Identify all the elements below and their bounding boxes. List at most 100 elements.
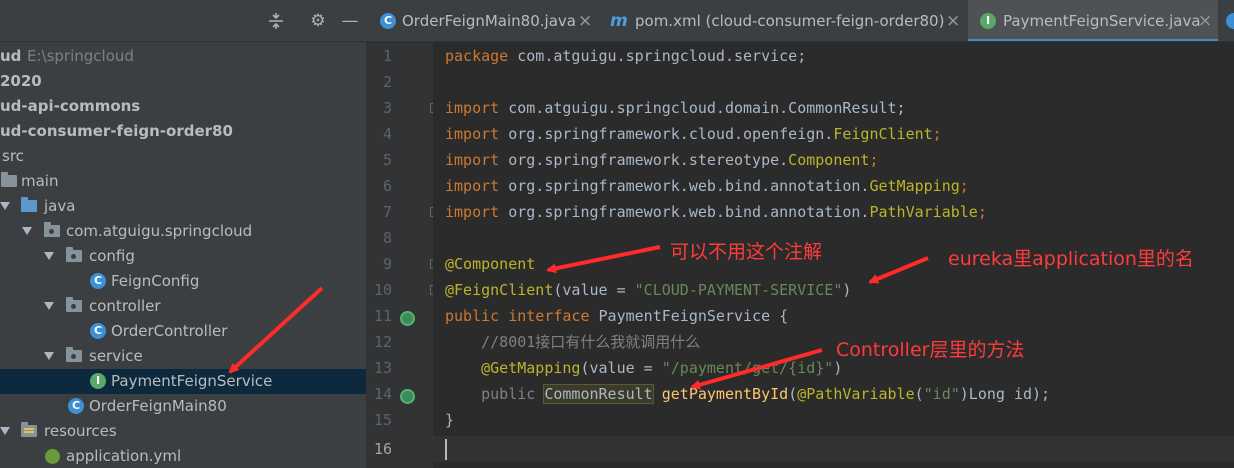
package-icon (66, 347, 82, 362)
line-number: 1 (382, 47, 392, 65)
tree-item-label: ud-api-commons (0, 97, 141, 115)
tree-item-ordercontroller[interactable]: C OrderController (0, 319, 366, 344)
line-number: 4 (382, 125, 392, 143)
tree-item-label: 2020 (0, 72, 42, 90)
close-icon[interactable]: × (946, 0, 960, 41)
tree-item-api-commons[interactable]: ud-api-commons (0, 94, 366, 119)
chevron-down-icon[interactable] (0, 202, 10, 210)
implemented-gutter-icon[interactable] (400, 389, 415, 404)
spring-yml-icon (45, 449, 60, 464)
tree-item-main[interactable]: main (0, 169, 366, 194)
tree-item-label: application.yml (66, 447, 182, 465)
folder-icon (1, 172, 17, 187)
line-number: 13 (373, 359, 392, 377)
spring-boot-class-icon: C (68, 398, 84, 414)
close-icon[interactable]: × (1198, 0, 1212, 41)
code-line-1: package com.atguigu.springcloud.service; (445, 47, 807, 65)
line-number: 9 (382, 255, 392, 273)
line-number: 7 (382, 203, 392, 221)
tree-root[interactable]: ud E:\springcloud (0, 44, 366, 69)
tree-root-label: ud (0, 47, 22, 65)
tree-item-application-yml[interactable]: application.yml (0, 444, 366, 468)
line-number: 8 (382, 229, 392, 247)
tab-overflow[interactable] (1222, 0, 1234, 41)
chevron-down-icon[interactable] (44, 252, 54, 260)
package-icon (66, 297, 82, 312)
source-folder-icon (21, 197, 37, 212)
code-line-7: import org.springframework.web.bind.anno… (445, 203, 987, 221)
tree-item-com-atguigu-springcloud[interactable]: com.atguigu.springcloud (0, 219, 366, 244)
tree-item-resources[interactable]: resources (0, 419, 366, 444)
class-icon: C (90, 323, 106, 339)
tree-item-src[interactable]: src (0, 144, 366, 169)
chevron-down-icon[interactable] (0, 427, 10, 435)
maven-icon: m (610, 11, 628, 31)
tab-label: pom.xml (cloud-consumer-feign-order80) (635, 12, 945, 30)
gear-icon[interactable]: ⚙ (308, 11, 328, 31)
tree-item-label: service (89, 347, 143, 365)
class-icon (1226, 13, 1234, 29)
tree-item-java[interactable]: java (0, 194, 366, 219)
package-icon (66, 247, 82, 262)
line-number: 12 (373, 333, 392, 351)
tree-item-orderfeignmain80[interactable]: C OrderFeignMain80 (0, 394, 366, 419)
close-icon[interactable]: × (578, 0, 592, 41)
code-line-11: public interface PaymentFeignService { (445, 307, 789, 325)
tree-item-controller[interactable]: controller (0, 294, 366, 319)
tree-item-label: src (2, 147, 24, 165)
tree-item-label: FeignConfig (111, 272, 200, 290)
collapse-all-icon[interactable] (266, 11, 286, 31)
code-line-4: import org.springframework.cloud.openfei… (445, 125, 942, 143)
tree-item-feignconfig[interactable]: C FeignConfig (0, 269, 366, 294)
code-line-12: //8001接口有什么我就调用什么 (481, 333, 701, 351)
annotation-note-feignclient: eureka里application里的名 (948, 248, 1194, 270)
tree-root-path: E:\springcloud (27, 47, 134, 65)
tree-item-label: main (21, 172, 59, 190)
resources-folder-icon (21, 422, 37, 437)
tab-orderfeignmain80[interactable]: C OrderFeignMain80.java × (366, 0, 600, 41)
tab-label: PaymentFeignService.java (1003, 12, 1201, 30)
code-line-5: import org.springframework.stereotype.Co… (445, 151, 879, 169)
code-line-13: @GetMapping(value = "/payment/get/{id}") (481, 359, 843, 377)
annotation-note-controller: Controller层里的方法 (836, 339, 1025, 361)
tree-item-label: controller (89, 297, 161, 315)
tree-item-label: resources (44, 422, 117, 440)
interface-icon: I (90, 373, 106, 389)
editor-tabs: C OrderFeignMain80.java × m pom.xml (clo… (366, 0, 1234, 42)
tree-item-consumer-feign-order80[interactable]: ud-consumer-feign-order80 (0, 119, 366, 144)
code-line-15: } (445, 411, 455, 429)
line-number: 5 (382, 151, 392, 169)
tab-label: OrderFeignMain80.java (402, 12, 576, 30)
tab-pom-xml[interactable]: m pom.xml (cloud-consumer-feign-order80)… (600, 0, 968, 41)
code-line-9: @Component (445, 255, 536, 273)
line-number: 11 (373, 307, 392, 325)
annotation-note-component: 可以不用这个注解 (670, 241, 823, 263)
tree-item-label: OrderController (111, 322, 228, 340)
chevron-down-icon[interactable] (44, 352, 54, 360)
line-number: 14 (373, 385, 392, 403)
current-line-highlight (433, 436, 1234, 462)
line-number: 3 (382, 99, 392, 117)
line-number: 16 (373, 440, 392, 458)
editor-gutter: 1 2 3 4 5 6 7 8 9 10 11 12 13 14 15 16 (366, 43, 439, 468)
tree-item-label: ud-consumer-feign-order80 (0, 122, 233, 140)
minus-icon[interactable]: — (340, 11, 360, 31)
tree-item-config[interactable]: config (0, 244, 366, 269)
tree-item-2020[interactable]: 2020 (0, 69, 366, 94)
text-caret (445, 439, 447, 460)
project-toolbar: ⚙ — (0, 0, 366, 42)
chevron-down-icon[interactable] (22, 227, 32, 235)
tree-item-paymentfeignservice[interactable]: I PaymentFeignService (0, 369, 366, 394)
chevron-down-icon[interactable] (44, 302, 54, 310)
implemented-gutter-icon[interactable] (400, 311, 415, 326)
interface-icon: I (980, 13, 996, 29)
tree-item-label: OrderFeignMain80 (89, 397, 227, 415)
code-line-6: import org.springframework.web.bind.anno… (445, 177, 969, 195)
tree-item-label: PaymentFeignService (111, 372, 273, 390)
package-icon (44, 222, 60, 237)
tab-paymentfeignservice[interactable]: I PaymentFeignService.java × (968, 0, 1218, 41)
project-panel: ⚙ — ud E:\springcloud 2020 ud-api-common… (0, 0, 366, 468)
line-number: 15 (373, 411, 392, 429)
tree-item-service[interactable]: service (0, 344, 366, 369)
tree-item-label: config (89, 247, 135, 265)
